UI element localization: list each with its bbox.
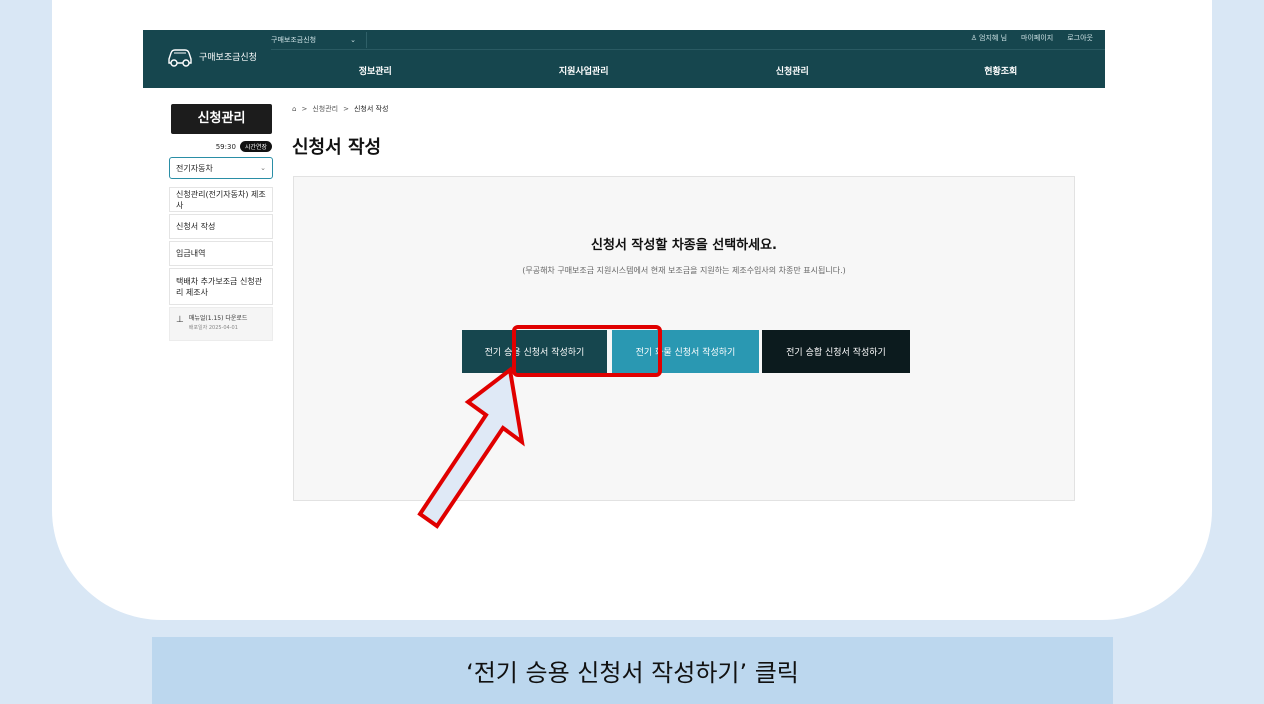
vehicle-type-select[interactable]: 전기자동차 ⌄ xyxy=(169,157,273,179)
pointer-arrow-icon xyxy=(417,366,525,529)
breadcrumb-level1[interactable]: 신청관리 xyxy=(312,104,338,114)
home-icon[interactable]: ⌂ xyxy=(292,105,296,113)
service-select[interactable]: 구매보조금신청 ⌄ xyxy=(271,32,367,48)
breadcrumb-separator: > xyxy=(301,105,308,113)
breadcrumb-current: 신청서 작성 xyxy=(353,105,389,113)
chevron-down-icon: ⌄ xyxy=(350,36,356,44)
logo-text: 구매보조금신청 xyxy=(199,52,257,63)
breadcrumb: ⌂ > 신청관리 > 신청서 작성 xyxy=(292,104,388,114)
service-select-label: 구매보조금신청 xyxy=(271,36,317,44)
logo[interactable]: 구매보조금신청 xyxy=(165,44,257,68)
sidebar-item-delivery[interactable]: 택배차 추가보조금 신청관리 제조사 xyxy=(169,268,273,305)
user-name[interactable]: ♙ 엄지혜 님 xyxy=(971,33,1007,43)
chevron-down-icon: ⌄ xyxy=(260,164,266,172)
utility-links: ♙ 엄지혜 님 마이페이지 로그아웃 xyxy=(971,33,1093,43)
page-title: 신청서 작성 xyxy=(292,137,382,158)
write-van-ev-button[interactable]: 전기 승합 신청서 작성하기 xyxy=(762,330,910,373)
download-label: 매뉴얼(1.15) 다운로드 xyxy=(188,315,248,322)
timer-value: 59:30 xyxy=(215,142,236,151)
nav-divider xyxy=(271,49,1105,50)
sidebar-title: 신청관리 xyxy=(171,104,272,134)
sidebar-item-write[interactable]: 신청서 작성 xyxy=(169,214,273,239)
menu-status[interactable]: 현황조회 xyxy=(897,64,1106,77)
download-icon: ⊥ xyxy=(176,315,184,325)
manual-download[interactable]: ⊥ 매뉴얼(1.15) 다운로드 배포일자 2025-04-01 xyxy=(169,307,273,341)
breadcrumb-separator: > xyxy=(343,105,349,113)
screenshot-card: 구매보조금신청 구매보조금신청 ⌄ ♙ 엄지혜 님 마이페이지 로그아웃 정보관리… xyxy=(52,0,1212,620)
user-icon: ♙ xyxy=(970,34,978,42)
instruction-caption: ‘전기 승용 신청서 작성하기’ 클릭 xyxy=(152,637,1113,704)
menu-support[interactable]: 지원사업관리 xyxy=(480,64,689,77)
vehicle-type-label: 전기자동차 xyxy=(176,163,213,173)
car-logo-icon xyxy=(168,49,192,67)
menu-info[interactable]: 정보관리 xyxy=(271,64,480,77)
sidebar-item-deposit[interactable]: 입금내역 xyxy=(169,241,273,266)
sidebar-item-manage[interactable]: 신청관리(전기자동차) 제조사 xyxy=(169,187,273,212)
session-timer: 59:30 시간연장 xyxy=(171,141,272,152)
menu-application[interactable]: 신청관리 xyxy=(688,64,897,77)
panel-description: (무공해차 구매보조금 지원시스템에서 현재 보조금을 지원하는 제조수입사의 … xyxy=(522,266,846,275)
top-navigation: 구매보조금신청 구매보조금신청 ⌄ ♙ 엄지혜 님 마이페이지 로그아웃 정보관리… xyxy=(143,30,1105,88)
logout-link[interactable]: 로그아웃 xyxy=(1067,33,1093,43)
panel-heading: 신청서 작성할 차종을 선택하세요. xyxy=(591,238,777,253)
mypage-link[interactable]: 마이페이지 xyxy=(1021,33,1053,43)
extend-time-button[interactable]: 시간연장 xyxy=(239,141,272,152)
main-menu: 정보관리 지원사업관리 신청관리 현황조회 xyxy=(271,64,1105,77)
download-date: 배포일자 2025-04-01 xyxy=(188,325,238,331)
